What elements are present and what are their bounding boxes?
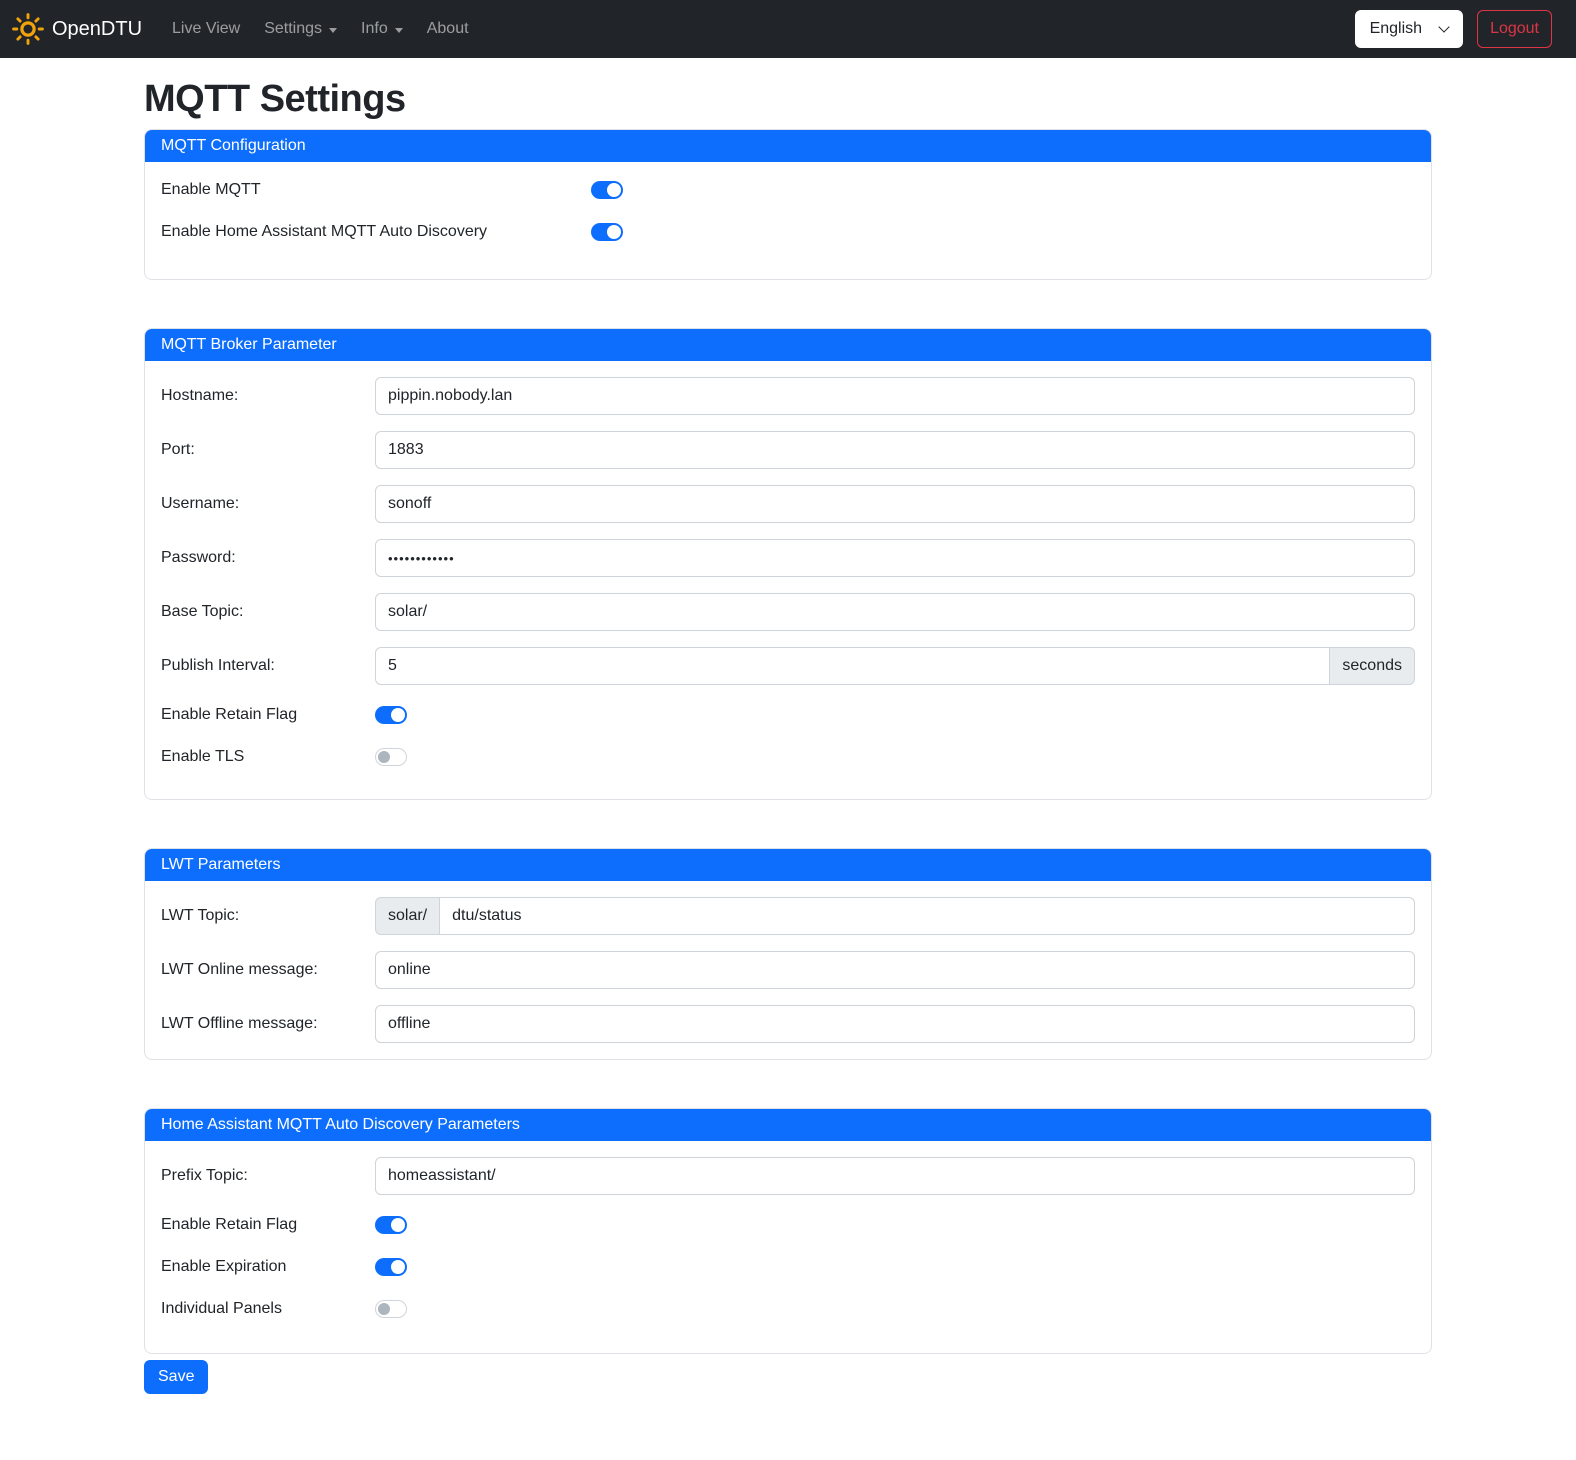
field-row-lwt-topic: LWT Topic: solar/ — [161, 897, 1415, 935]
field-row-port: Port: — [161, 431, 1415, 469]
toggle-row-individual-panels: Individual Panels — [161, 1297, 1415, 1321]
field-label: Base Topic: — [161, 603, 375, 621]
retain-flag-toggle[interactable] — [375, 706, 407, 724]
language-select[interactable]: English — [1355, 10, 1463, 48]
individual-panels-toggle[interactable] — [375, 1300, 407, 1318]
field-label: Publish Interval: — [161, 657, 375, 675]
toggle-row-enable-mqtt: Enable MQTT — [161, 178, 1415, 202]
brand-logo[interactable]: OpenDTU — [12, 13, 142, 45]
page-title: MQTT Settings — [144, 78, 1432, 121]
field-label: Enable Retain Flag — [161, 706, 375, 724]
port-input[interactable] — [375, 431, 1415, 469]
field-label: LWT Topic: — [161, 907, 375, 925]
field-label: Port: — [161, 441, 375, 459]
publish-interval-unit: seconds — [1330, 647, 1415, 685]
lwt-topic-prefix: solar/ — [375, 897, 439, 935]
card-lwt-parameters: LWT Parameters LWT Topic: solar/ LWT Onl… — [144, 848, 1432, 1060]
main-content: MQTT Settings MQTT Configuration Enable … — [144, 78, 1432, 1413]
top-navbar: OpenDTU Live View Settings Info About En… — [0, 0, 1576, 58]
field-label: Individual Panels — [161, 1300, 375, 1318]
field-label: LWT Offline message: — [161, 1015, 375, 1033]
field-label: Prefix Topic: — [161, 1167, 375, 1185]
field-label: Password: — [161, 549, 375, 567]
nav-item-label: About — [427, 20, 469, 38]
toggle-row-hass-retain: Enable Retain Flag — [161, 1213, 1415, 1237]
nav-item-label: Info — [361, 20, 388, 38]
card-header: Home Assistant MQTT Auto Discovery Param… — [145, 1109, 1431, 1141]
chevron-down-icon — [1438, 21, 1449, 32]
lwt-topic-input[interactable] — [439, 897, 1415, 935]
password-input[interactable] — [375, 539, 1415, 577]
base-topic-input[interactable] — [375, 593, 1415, 631]
sun-icon — [12, 13, 44, 45]
field-row-prefix-topic: Prefix Topic: — [161, 1157, 1415, 1195]
card-mqtt-configuration: MQTT Configuration Enable MQTT Enable Ho… — [144, 129, 1432, 280]
publish-interval-input[interactable] — [375, 647, 1330, 685]
language-selected-value: English — [1370, 20, 1422, 38]
lwt-offline-input[interactable] — [375, 1005, 1415, 1043]
nav-item-settings[interactable]: Settings — [256, 12, 345, 46]
brand-name: OpenDTU — [52, 18, 142, 41]
card-header: MQTT Broker Parameter — [145, 329, 1431, 361]
field-row-password: Password: — [161, 539, 1415, 577]
field-row-hostname: Hostname: — [161, 377, 1415, 415]
lwt-online-input[interactable] — [375, 951, 1415, 989]
nav-item-live-view[interactable]: Live View — [164, 12, 248, 46]
enable-hass-discovery-toggle[interactable] — [591, 223, 623, 241]
tls-toggle[interactable] — [375, 748, 407, 766]
logout-button[interactable]: Logout — [1477, 10, 1552, 48]
toggle-row-enable-tls: Enable TLS — [161, 745, 1415, 769]
toggle-row-enable-hass-discovery: Enable Home Assistant MQTT Auto Discover… — [161, 220, 1415, 244]
enable-mqtt-toggle[interactable] — [591, 181, 623, 199]
card-header: LWT Parameters — [145, 849, 1431, 881]
field-row-username: Username: — [161, 485, 1415, 523]
field-row-publish-interval: Publish Interval: seconds — [161, 647, 1415, 685]
toggle-row-enable-retain: Enable Retain Flag — [161, 703, 1415, 727]
chevron-down-icon — [329, 28, 337, 33]
card-hass-discovery-parameters: Home Assistant MQTT Auto Discovery Param… — [144, 1108, 1432, 1354]
field-label: Hostname: — [161, 387, 375, 405]
nav-item-label: Settings — [264, 20, 322, 38]
username-input[interactable] — [375, 485, 1415, 523]
field-label: Enable Expiration — [161, 1258, 375, 1276]
nav-item-info[interactable]: Info — [353, 12, 411, 46]
field-label: Enable TLS — [161, 748, 375, 766]
nav-item-label: Live View — [172, 20, 240, 38]
field-row-base-topic: Base Topic: — [161, 593, 1415, 631]
card-mqtt-broker-parameter: MQTT Broker Parameter Hostname: Port: Us… — [144, 328, 1432, 800]
hass-expiration-toggle[interactable] — [375, 1258, 407, 1276]
field-label: Enable Retain Flag — [161, 1216, 375, 1234]
field-row-lwt-offline: LWT Offline message: — [161, 1005, 1415, 1043]
hass-prefix-topic-input[interactable] — [375, 1157, 1415, 1195]
hostname-input[interactable] — [375, 377, 1415, 415]
hass-retain-flag-toggle[interactable] — [375, 1216, 407, 1234]
field-label: Username: — [161, 495, 375, 513]
card-header: MQTT Configuration — [145, 130, 1431, 162]
nav-item-about[interactable]: About — [419, 12, 477, 46]
toggle-row-hass-expiration: Enable Expiration — [161, 1255, 1415, 1279]
field-row-lwt-online: LWT Online message: — [161, 951, 1415, 989]
field-label: LWT Online message: — [161, 961, 375, 979]
chevron-down-icon — [395, 28, 403, 33]
field-label: Enable MQTT — [161, 181, 591, 199]
field-label: Enable Home Assistant MQTT Auto Discover… — [161, 223, 591, 241]
save-button[interactable]: Save — [144, 1360, 208, 1394]
